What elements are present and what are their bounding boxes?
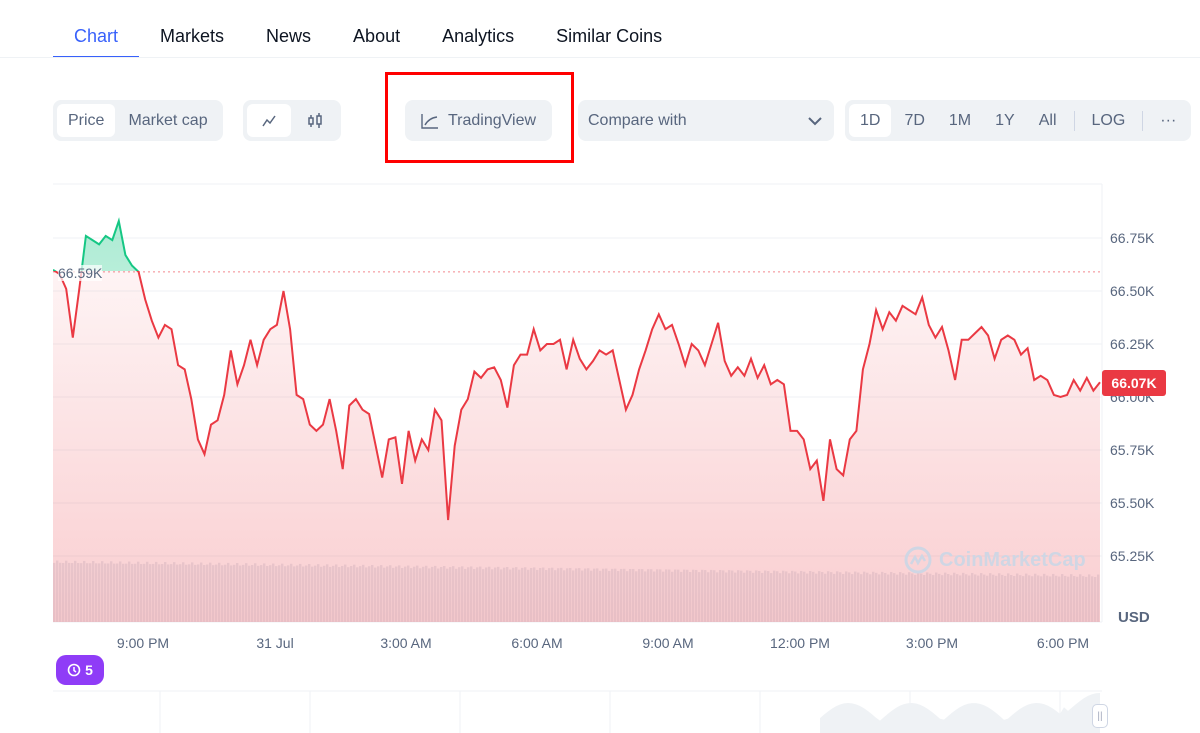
y-tick: 65.75K <box>1110 442 1155 458</box>
history-icon <box>67 663 81 677</box>
events-count: 5 <box>85 662 93 678</box>
x-tick: 3:00 AM <box>380 635 432 651</box>
y-tick: 65.50K <box>1110 495 1155 511</box>
currency-label: USD <box>1118 609 1150 626</box>
x-tick: 3:00 PM <box>905 635 959 651</box>
x-tick: 9:00 PM <box>116 635 170 651</box>
baseline-label: 66.59K <box>58 265 103 281</box>
current-price-tag: 66.07K <box>1102 370 1166 396</box>
x-tick: 6:00 AM <box>511 635 563 651</box>
y-tick: 66.75K <box>1110 230 1155 246</box>
navigator-area <box>820 693 1100 733</box>
y-tick: 65.25K <box>1110 548 1155 564</box>
price-chart[interactable] <box>0 0 1200 733</box>
events-badge[interactable]: 5 <box>56 655 104 685</box>
y-tick: 66.25K <box>1110 336 1155 352</box>
range-slider-handle[interactable]: || <box>1092 704 1108 728</box>
y-tick: 66.50K <box>1110 283 1155 299</box>
watermark: CoinMarketCap <box>903 545 1086 575</box>
x-tick: 12:00 PM <box>770 635 830 651</box>
x-tick: 31 Jul <box>256 635 294 651</box>
x-tick: 6:00 PM <box>1036 635 1090 651</box>
coinmarketcap-logo-icon <box>904 546 932 574</box>
watermark-text: CoinMarketCap <box>939 548 1086 571</box>
x-tick: 9:00 AM <box>642 635 694 651</box>
